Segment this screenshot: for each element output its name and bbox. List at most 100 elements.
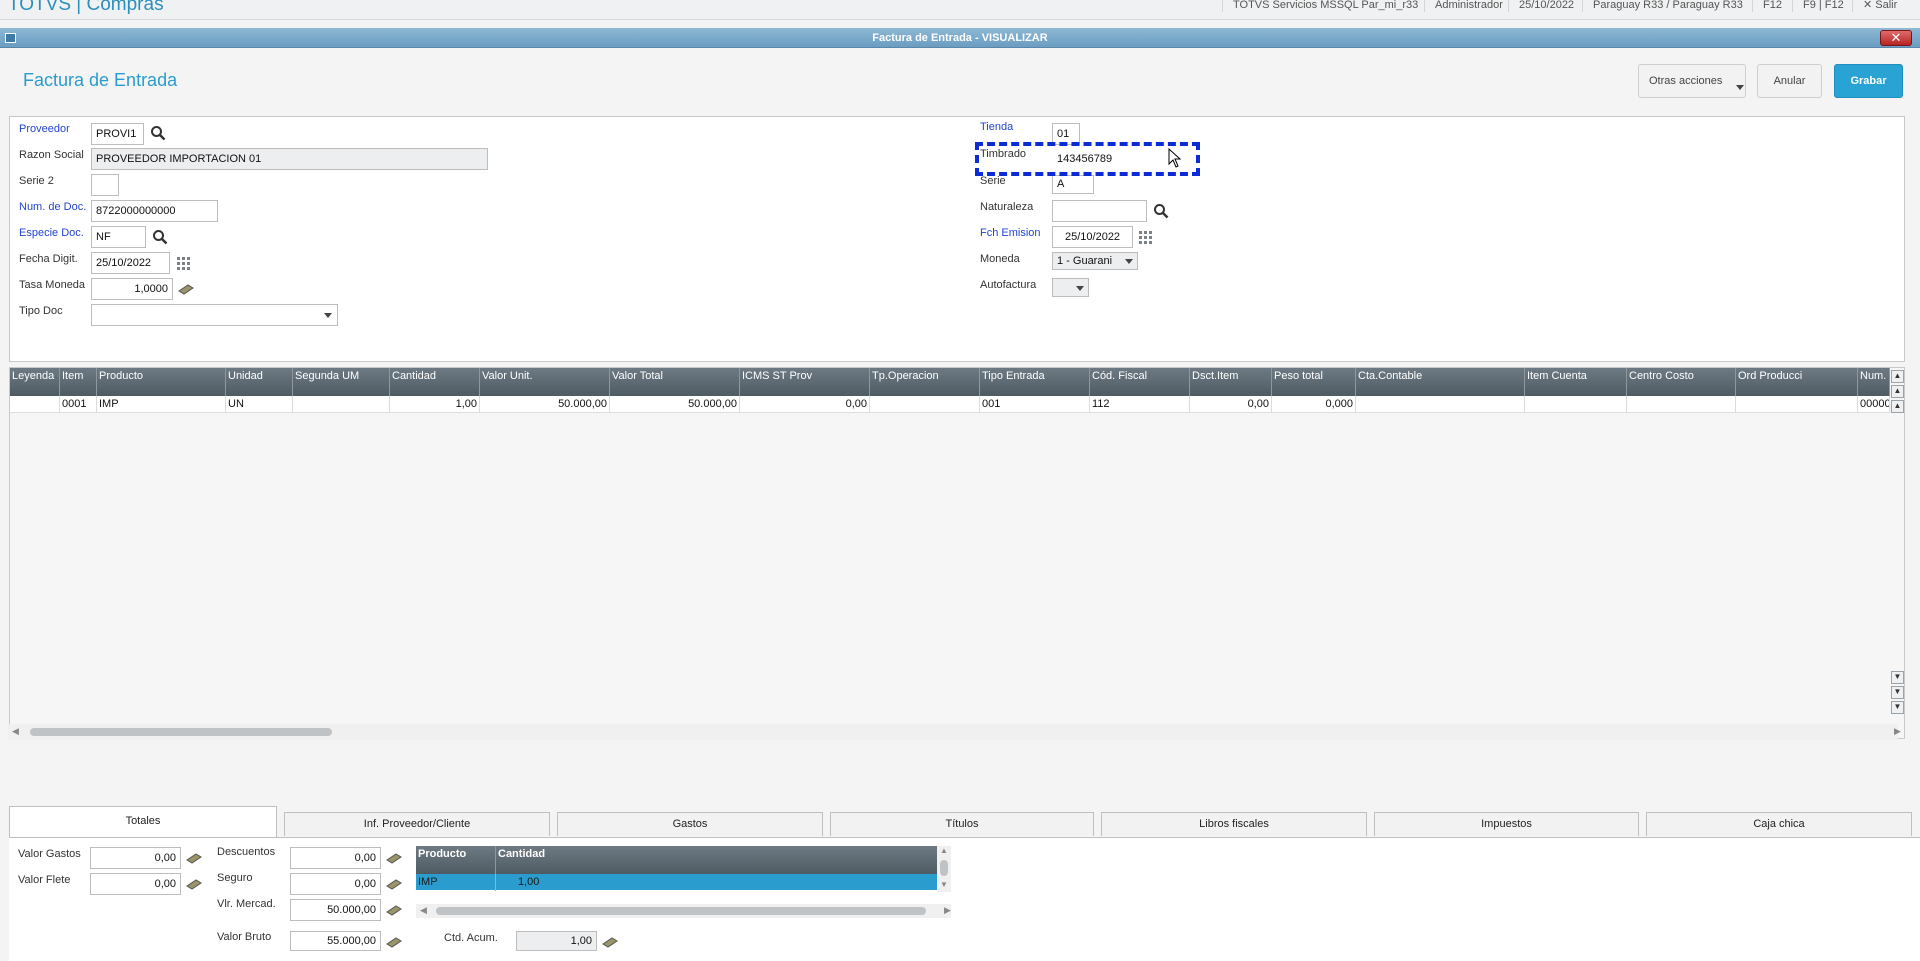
vlr-mercad-label: Vlr. Mercad.: [217, 898, 276, 910]
grid-col-14[interactable]: Cta.Contable: [1356, 368, 1525, 396]
grid-col-8[interactable]: ICMS ST Prov: [740, 368, 870, 396]
valor-bruto-input[interactable]: 55.000,00: [290, 931, 381, 951]
grid-col-13[interactable]: Peso total: [1272, 368, 1356, 396]
grid-col-10[interactable]: Tipo Entrada: [980, 368, 1090, 396]
grid-col-17[interactable]: Ord Producci: [1736, 368, 1858, 396]
user-info[interactable]: Administrador: [1424, 0, 1503, 12]
num-doc-input[interactable]: 8722000000000: [91, 200, 218, 222]
money-icon[interactable]: [178, 281, 194, 297]
scroll-down-icon[interactable]: ▼: [940, 880, 948, 889]
especie-doc-input[interactable]: NF: [91, 226, 146, 248]
scroll-top-icon[interactable]: ▲: [1891, 370, 1904, 383]
serie2-input[interactable]: [91, 174, 119, 196]
scroll-page-down-icon[interactable]: ▼: [1891, 686, 1904, 699]
tab-1[interactable]: Inf. Proveedor/Cliente: [284, 812, 550, 836]
money-icon[interactable]: [386, 902, 402, 918]
money-icon[interactable]: [186, 850, 202, 866]
search-icon[interactable]: [152, 229, 168, 245]
scroll-down-icon[interactable]: ▼: [1891, 671, 1904, 684]
scroll-bottom-icon[interactable]: ▼: [1891, 701, 1904, 714]
calendar-icon[interactable]: [176, 255, 192, 271]
valor-flete-input[interactable]: 0,00: [90, 873, 181, 895]
moneda-select[interactable]: 1 - Guarani: [1052, 252, 1138, 270]
anular-button[interactable]: Anular: [1757, 64, 1822, 98]
scrollbar-thumb[interactable]: [30, 728, 332, 736]
grid-col-3[interactable]: Unidad: [226, 368, 293, 396]
subgrid-horizontal-scrollbar[interactable]: ◀ ▶: [416, 904, 951, 918]
grid-cell-17: [1736, 396, 1858, 413]
money-icon[interactable]: [386, 876, 402, 892]
tab-0[interactable]: Totales: [9, 806, 277, 838]
grid-col-15[interactable]: Item Cuenta: [1525, 368, 1627, 396]
scrollbar-thumb[interactable]: [940, 860, 948, 876]
serie-input[interactable]: A: [1052, 175, 1094, 194]
grid-col-0[interactable]: Leyenda: [10, 368, 60, 396]
exit-button[interactable]: ✕ Salir: [1852, 0, 1897, 12]
tab-2[interactable]: Gastos: [557, 812, 823, 836]
window-close-button[interactable]: ✕: [1880, 30, 1912, 46]
subgrid-vertical-scrollbar[interactable]: ▲ ▼: [937, 846, 951, 892]
grid-col-9[interactable]: Tp.Operacion: [870, 368, 980, 396]
grid-col-2[interactable]: Producto: [97, 368, 226, 396]
form-panel: Proveedor PROVI1 Razon Social PROVEEDOR …: [9, 116, 1905, 362]
otras-acciones-button[interactable]: Otras acciones: [1638, 64, 1746, 98]
valor-gastos-input[interactable]: 0,00: [90, 847, 181, 869]
grid-col-12[interactable]: Dsct.Item: [1190, 368, 1272, 396]
calendar-icon[interactable]: [1138, 229, 1154, 245]
grid-cell-10: 001: [980, 396, 1090, 413]
tab-6[interactable]: Caja chica: [1646, 812, 1912, 836]
scroll-right-icon[interactable]: ▶: [1894, 726, 1901, 737]
money-icon[interactable]: [386, 850, 402, 866]
money-icon[interactable]: [602, 934, 618, 950]
branch-info[interactable]: Paraguay R33 / Paraguay R33: [1582, 0, 1743, 12]
tipo-doc-select[interactable]: [91, 304, 338, 326]
search-icon[interactable]: [1153, 203, 1169, 219]
grid-col-7[interactable]: Valor Total: [610, 368, 740, 396]
naturaleza-input[interactable]: [1052, 200, 1147, 222]
table-row[interactable]: 0001 IMP UN 1,00 50.000,00 50.000,00 0,00 001 11…: [10, 396, 1890, 413]
grid-col-1[interactable]: Item: [60, 368, 97, 396]
scroll-page-up-icon[interactable]: ▲: [1891, 385, 1904, 398]
scroll-left-icon[interactable]: ◀: [12, 726, 19, 737]
tab-3[interactable]: Títulos: [830, 812, 1094, 836]
grid-horizontal-scrollbar[interactable]: ◀ ▶: [8, 724, 1901, 740]
fecha-digit-input[interactable]: 25/10/2022: [91, 252, 170, 274]
valor-bruto-label: Valor Bruto: [217, 931, 272, 943]
subgrid-col-cantidad[interactable]: Cantidad: [496, 846, 937, 874]
date-info[interactable]: 25/10/2022: [1508, 0, 1574, 12]
server-info[interactable]: TOTVS Servicios MSSQL Par_mi_r33: [1222, 0, 1418, 12]
scrollbar-thumb[interactable]: [436, 907, 926, 915]
razon-social-input[interactable]: PROVEEDOR IMPORTACION 01: [91, 148, 488, 170]
tasa-moneda-label: Tasa Moneda: [19, 279, 86, 291]
scroll-up-icon[interactable]: ▲: [940, 846, 948, 855]
scroll-right-icon[interactable]: ▶: [944, 905, 951, 916]
shortcut-f12[interactable]: F12: [1752, 0, 1782, 12]
autofactura-select[interactable]: [1052, 278, 1089, 297]
money-icon[interactable]: [386, 934, 402, 950]
table-row[interactable]: IMP 1,00: [416, 874, 937, 891]
scroll-up-icon[interactable]: ▲: [1891, 400, 1904, 413]
tab-5[interactable]: Impuestos: [1374, 812, 1639, 836]
seguro-input[interactable]: 0,00: [290, 873, 381, 895]
fch-emision-input[interactable]: 25/10/2022: [1052, 226, 1133, 248]
vlr-mercad-input[interactable]: 50.000,00: [290, 899, 381, 921]
grid-col-6[interactable]: Valor Unit.: [480, 368, 610, 396]
seguro-label: Seguro: [217, 872, 253, 884]
tab-4[interactable]: Libros fiscales: [1101, 812, 1367, 836]
scroll-left-icon[interactable]: ◀: [420, 905, 427, 916]
descuentos-input[interactable]: 0,00: [290, 847, 381, 869]
search-icon[interactable]: [150, 125, 166, 141]
shortcut-f9-f12[interactable]: F9 | F12: [1792, 0, 1844, 12]
grid-col-11[interactable]: Cód. Fiscal: [1090, 368, 1190, 396]
ctd-acum-input[interactable]: 1,00: [516, 931, 597, 951]
grid-col-5[interactable]: Cantidad: [390, 368, 480, 396]
grid-col-18[interactable]: Num.: [1858, 368, 1890, 396]
grid-col-4[interactable]: Segunda UM: [293, 368, 390, 396]
subgrid-col-producto[interactable]: Producto: [416, 846, 496, 874]
proveedor-input[interactable]: PROVI1: [91, 123, 144, 145]
grid-col-16[interactable]: Centro Costo: [1627, 368, 1736, 396]
grabar-button[interactable]: Grabar: [1834, 64, 1903, 98]
money-icon[interactable]: [186, 876, 202, 892]
tasa-moneda-input[interactable]: 1,0000: [91, 278, 173, 300]
items-grid[interactable]: Leyenda Item Producto Unidad Segunda UM Canti…: [9, 367, 1905, 739]
